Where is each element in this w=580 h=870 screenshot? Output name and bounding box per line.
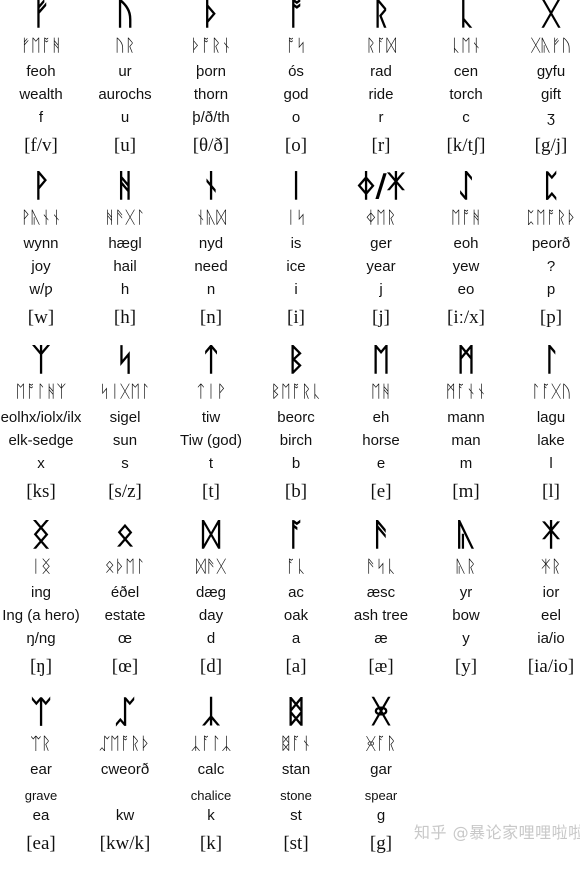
rune-ipa: [ia/io]: [527, 656, 575, 677]
rune-cell: ᛡ ᛡᚱ ior eel ia/io [ia/io]: [506, 517, 580, 693]
rune-runic-spelling: ᚸᚪᚱ: [365, 734, 397, 754]
rune-name: gar: [370, 761, 392, 778]
rune-row: ᛉ ᛖᚩᛚᚻᛉ eolhx/iolx/ilx elk-sedge x [ks] ᛋ ᛋᛁᚷᛖᛚ…: [0, 342, 580, 518]
rune-runic-spelling: ᛚᚪᚷᚢ: [530, 382, 572, 402]
rune-transliteration: p: [546, 281, 556, 298]
rune-runic-spelling: ᛡᚱ: [540, 557, 562, 577]
rune-glyph: ᛡ: [541, 517, 561, 553]
rune-name: peorð: [531, 235, 571, 252]
rune-glyph: ᛈ: [541, 168, 561, 204]
rune-runic-spelling: ᛈᛖᚩᚱᚦ: [525, 208, 577, 228]
rune-ipa: [p]: [539, 307, 563, 328]
rune-transliteration: ʒ: [546, 109, 556, 126]
rune-glyph: ᚷ: [541, 0, 561, 32]
rune-cell: ᛈ ᛈᛖᚩᚱᚦ peorð? p [p]: [506, 168, 580, 344]
rune-meaning: gift: [540, 86, 561, 103]
rune-transliteration: ia/io: [537, 630, 565, 647]
rune-row: ᚠ ᚠᛖᚩᚻ feoh wealth f [f/v] ᚢ ᚢᚱ ur aurochs u [u] ᚦ ᚦᚩ…: [0, 0, 580, 172]
rune-runic-spelling: ᚷᚣᚠᚢ: [530, 36, 572, 56]
rune-ipa: [g/j]: [534, 135, 568, 156]
rune-row: ᛝ ᛁᛝ ing Ing (a hero) ŋ/ng [ŋ] ᛟ ᛟᚦᛖᛚ éðel estate…: [0, 517, 580, 693]
watermark: 知乎 @暴论家哩哩啦啦: [414, 823, 580, 842]
rune-meaning: ?: [546, 258, 556, 275]
rune-ipa: [l]: [542, 481, 560, 502]
rune-chart: ᚠ ᚠᛖᚩᚻ feoh wealth f [f/v] ᚢ ᚢᚱ ur aurochs u [u] ᚦ ᚦᚩ…: [0, 0, 580, 860]
rune-row: ᚹ ᚹᚣᚾᚾ wynn joy w/ƿ [w] ᚻ ᚻᚫᚷᛚ hægl hail h [h] ᚾ ᚾᚣᛞ n…: [0, 168, 580, 344]
rune-transliteration: l: [549, 455, 553, 472]
rune-cell: ᚸ ᚸᚪᚱ gar spear g [g]: [336, 694, 426, 870]
rune-meaning: eel: [540, 607, 562, 624]
rune-glyph: ᛚ: [541, 342, 561, 378]
rune-meaning: spear: [364, 788, 398, 803]
rune-name: ior: [542, 584, 560, 601]
rune-name: gyfu: [536, 63, 566, 80]
rune-name: lagu: [536, 409, 566, 426]
rune-cell: ᛚ ᛚᚪᚷᚢ lagu lake l [l]: [506, 342, 580, 518]
rune-meaning: lake: [537, 432, 565, 449]
rune-row: ᛠ ᛠᚱ ear grave ea [ea] ᛢ ᛢᛖᚩᚱᚦ cweorð kw [kw/k] ᛣ ᛣᚪ…: [0, 694, 580, 870]
rune-glyph: ᚸ: [371, 694, 391, 730]
rune-cell: ᚷ ᚷᚣᚠᚢ gyfu gift ʒ [g/j]: [506, 0, 580, 172]
